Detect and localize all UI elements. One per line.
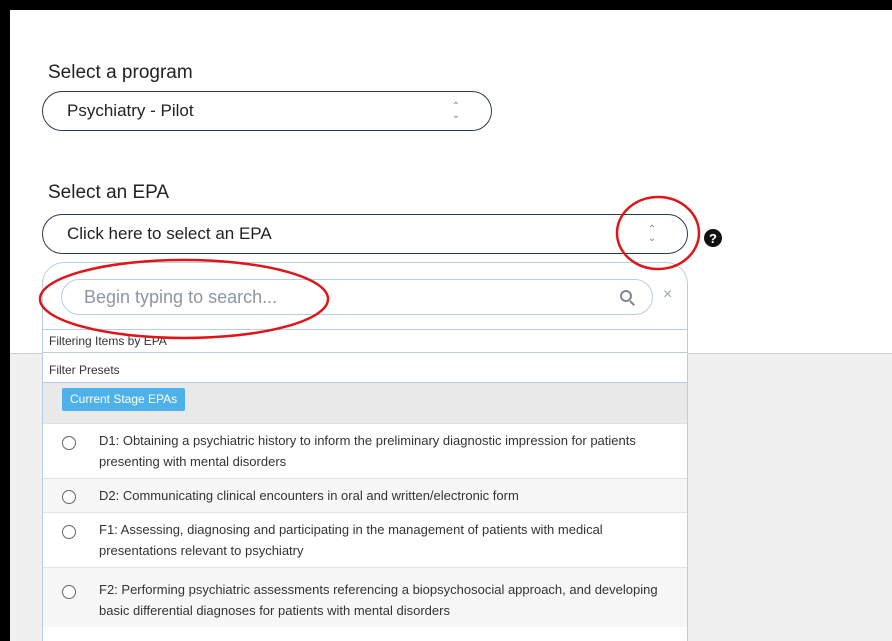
list-item-text: D2: Communicating clinical encounters in…: [99, 488, 519, 503]
program-label: Select a program: [48, 62, 193, 83]
search-icon[interactable]: [620, 290, 634, 304]
program-selected-value: Psychiatry - Pilot: [67, 101, 194, 120]
close-icon[interactable]: ×: [663, 286, 672, 304]
list-item[interactable]: D1: Obtaining a psychiatric history to i…: [43, 423, 687, 478]
chevron-updown-icon[interactable]: ⌃ ⌄: [645, 223, 659, 245]
list-item-text: F2: Performing psychiatric assessments r…: [99, 582, 658, 618]
search-placeholder: Begin typing to search...: [84, 286, 278, 307]
epa-select[interactable]: Click here to select an EPA ⌃ ⌄: [42, 214, 688, 254]
list-item[interactable]: F1: Assessing, diagnosing and participat…: [43, 512, 687, 567]
search-input[interactable]: Begin typing to search...: [61, 279, 653, 315]
radio-button[interactable]: [62, 525, 76, 539]
preset-row: Current Stage EPAs: [43, 383, 687, 423]
program-select[interactable]: Psychiatry - Pilot ⌃ ⌄: [42, 91, 492, 131]
list-item-text: F1: Assessing, diagnosing and participat…: [99, 522, 603, 558]
filter-presets-header: Filter Presets: [43, 359, 687, 383]
epa-dropdown-panel: Begin typing to search... × Filtering It…: [42, 262, 688, 641]
page-frame: Select a program Psychiatry - Pilot ⌃ ⌄ S…: [10, 10, 892, 641]
epa-label: Select an EPA: [48, 182, 170, 203]
chevron-updown-icon: ⌃ ⌄: [451, 101, 461, 121]
list-item[interactable]: F2: Performing psychiatric assessments r…: [43, 567, 687, 627]
filtering-header: Filtering Items by EPA: [43, 329, 687, 353]
radio-button[interactable]: [62, 490, 76, 504]
search-area: Begin typing to search... ×: [61, 279, 679, 319]
list-item-text: D1: Obtaining a psychiatric history to i…: [99, 433, 636, 469]
radio-button[interactable]: [62, 585, 76, 599]
list-item[interactable]: D2: Communicating clinical encounters in…: [43, 478, 687, 512]
help-icon[interactable]: ?: [704, 229, 722, 247]
radio-button[interactable]: [62, 436, 76, 450]
current-stage-epas-button[interactable]: Current Stage EPAs: [62, 388, 186, 411]
epa-select-placeholder: Click here to select an EPA: [67, 224, 272, 243]
